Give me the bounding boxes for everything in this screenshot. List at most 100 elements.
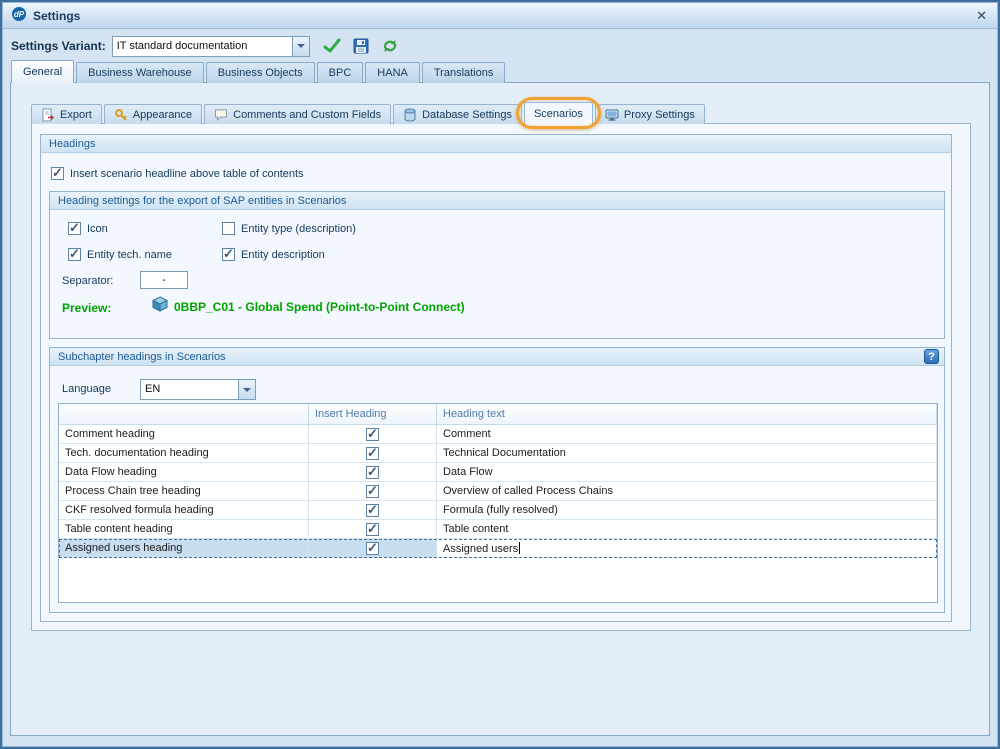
infocube-icon xyxy=(152,296,168,315)
close-icon[interactable]: ✕ xyxy=(974,8,989,24)
icon-checkbox-label: Icon xyxy=(87,223,108,235)
column-header-heading-text[interactable]: Heading text xyxy=(437,404,937,424)
insert-heading-checkbox[interactable] xyxy=(366,485,379,498)
settings-tab-bar: Export Appearance Comments and Custom Fi… xyxy=(31,102,707,124)
checkbox-box-icon xyxy=(222,222,235,235)
table-row-ckf-resolved-formula[interactable]: CKF resolved formula heading Formula (fu… xyxy=(59,501,937,520)
row-name-cell: Process Chain tree heading xyxy=(59,482,309,500)
table-row-comment[interactable]: Comment heading Comment xyxy=(59,425,937,444)
tab-bpc[interactable]: BPC xyxy=(317,62,364,83)
row-name-cell: Tech. documentation heading xyxy=(59,444,309,462)
column-header-name[interactable] xyxy=(59,404,309,424)
preview-label: Preview: xyxy=(62,301,111,315)
insert-heading-checkbox[interactable] xyxy=(366,504,379,517)
tab-database-settings-label: Database Settings xyxy=(422,109,512,121)
insert-headline-checkbox[interactable]: Insert scenario headline above table of … xyxy=(51,167,304,180)
heading-settings-group: Heading settings for the export of SAP e… xyxy=(49,191,945,339)
tab-comments-custom-fields[interactable]: Comments and Custom Fields xyxy=(204,104,391,124)
checkbox-box-icon xyxy=(51,167,64,180)
table-row-tech-documentation[interactable]: Tech. documentation heading Technical Do… xyxy=(59,444,937,463)
variant-toolbar: Settings Variant: IT standard documentat… xyxy=(11,35,399,57)
tab-translations[interactable]: Translations xyxy=(422,62,506,83)
checkbox-box-icon xyxy=(222,248,235,261)
app-icon: dP xyxy=(11,6,27,25)
general-tab-page: Export Appearance Comments and Custom Fi… xyxy=(10,82,990,736)
database-icon xyxy=(403,108,417,122)
tab-general[interactable]: General xyxy=(11,60,74,83)
entity-tech-name-checkbox[interactable]: Entity tech. name xyxy=(68,248,172,261)
tab-hana[interactable]: HANA xyxy=(365,62,420,83)
row-text-cell: Formula (fully resolved) xyxy=(437,501,937,519)
row-insert-cell xyxy=(309,501,437,519)
row-text-cell: Table content xyxy=(437,520,937,538)
settings-variant-value: IT standard documentation xyxy=(113,37,292,56)
row-name-cell: CKF resolved formula heading xyxy=(59,501,309,519)
save-icon[interactable] xyxy=(353,38,369,54)
tab-business-warehouse[interactable]: Business Warehouse xyxy=(76,62,204,83)
row-insert-cell xyxy=(309,482,437,500)
insert-heading-checkbox[interactable] xyxy=(366,523,379,536)
insert-heading-checkbox[interactable] xyxy=(366,466,379,479)
refresh-icon[interactable] xyxy=(381,38,399,54)
row-insert-cell xyxy=(309,425,437,443)
text-caret xyxy=(519,542,520,554)
window-title: Settings xyxy=(33,9,80,23)
row-insert-cell xyxy=(309,520,437,538)
tab-scenarios[interactable]: Scenarios xyxy=(524,102,593,124)
row-name-cell: Comment heading xyxy=(59,425,309,443)
scenarios-tab-content: Headings Insert scenario headline above … xyxy=(31,123,971,631)
svg-text:dP: dP xyxy=(14,10,25,19)
insert-heading-checkbox[interactable] xyxy=(366,447,379,460)
table-row-table-content[interactable]: Table content heading Table content xyxy=(59,520,937,539)
subchapter-headings-group: Subchapter headings in Scenarios ? Langu… xyxy=(49,347,945,613)
tab-scenarios-label: Scenarios xyxy=(534,108,583,120)
tab-appearance[interactable]: Appearance xyxy=(104,104,202,124)
chevron-down-icon[interactable] xyxy=(292,37,309,56)
row-insert-cell xyxy=(309,444,437,462)
entity-description-checkbox-label: Entity description xyxy=(241,249,325,261)
language-select[interactable]: EN xyxy=(140,379,256,400)
subchapter-group-title: Subchapter headings in Scenarios xyxy=(50,348,944,366)
row-text-cell: Overview of called Process Chains xyxy=(437,482,937,500)
preview-text: 0BBP_C01 - Global Spend (Point-to-Point … xyxy=(174,300,465,314)
chevron-down-icon[interactable] xyxy=(238,380,255,399)
row-insert-cell xyxy=(309,539,437,557)
row-name-cell: Assigned users heading xyxy=(59,539,309,557)
entity-tech-name-checkbox-label: Entity tech. name xyxy=(87,249,172,261)
table-row-data-flow[interactable]: Data Flow heading Data Flow xyxy=(59,463,937,482)
insert-headline-label: Insert scenario headline above table of … xyxy=(70,168,304,180)
settings-dialog: dP Settings ✕ Settings Variant: IT stand… xyxy=(0,0,1000,749)
headings-group-title: Headings xyxy=(41,135,951,153)
tab-database-settings[interactable]: Database Settings xyxy=(393,104,522,124)
row-text-cell: Technical Documentation xyxy=(437,444,937,462)
table-row-process-chain-tree[interactable]: Process Chain tree heading Overview of c… xyxy=(59,482,937,501)
tab-comments-custom-fields-label: Comments and Custom Fields xyxy=(233,109,381,121)
help-icon[interactable]: ? xyxy=(924,349,939,364)
separator-label: Separator: xyxy=(62,275,113,287)
table-row-assigned-users[interactable]: Assigned users heading Assigned users xyxy=(59,539,937,558)
headings-group: Headings Insert scenario headline above … xyxy=(40,134,952,622)
proxy-icon xyxy=(605,108,619,122)
tab-business-objects[interactable]: Business Objects xyxy=(206,62,315,83)
tab-export-label: Export xyxy=(60,109,92,121)
table-header-row: Insert Heading Heading text xyxy=(59,404,937,425)
column-header-insert-heading[interactable]: Insert Heading xyxy=(309,404,437,424)
settings-variant-select[interactable]: IT standard documentation xyxy=(112,36,310,57)
titlebar: dP Settings ✕ xyxy=(3,3,997,29)
language-value: EN xyxy=(141,380,238,399)
entity-description-checkbox[interactable]: Entity description xyxy=(222,248,325,261)
insert-heading-checkbox[interactable] xyxy=(366,428,379,441)
insert-heading-checkbox[interactable] xyxy=(366,542,379,555)
variant-label: Settings Variant: xyxy=(11,39,106,53)
tab-export[interactable]: Export xyxy=(31,104,102,124)
row-text-cell: Data Flow xyxy=(437,463,937,481)
row-text-editor[interactable]: Assigned users xyxy=(437,539,937,557)
separator-input[interactable]: - xyxy=(140,271,188,289)
table-empty-area xyxy=(59,558,937,602)
tab-proxy-settings[interactable]: Proxy Settings xyxy=(595,104,705,124)
icon-checkbox[interactable]: Icon xyxy=(68,222,108,235)
language-label: Language xyxy=(62,383,111,395)
apply-icon[interactable] xyxy=(322,38,341,54)
entity-type-checkbox[interactable]: Entity type (description) xyxy=(222,222,356,235)
row-name-cell: Data Flow heading xyxy=(59,463,309,481)
